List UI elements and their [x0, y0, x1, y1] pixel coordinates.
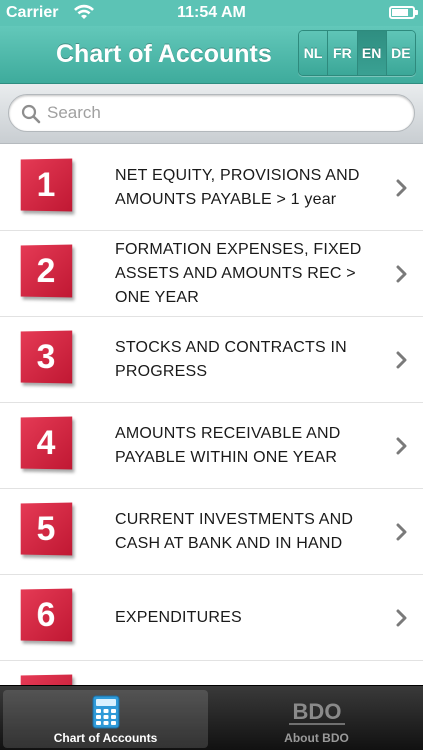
- tab-bar: Chart of Accounts BDO About BDO: [0, 685, 423, 750]
- battery-icon: [389, 6, 418, 19]
- account-number-badge: 4: [20, 416, 73, 470]
- account-number-badge: 3: [20, 330, 73, 384]
- chevron-right-icon: [396, 179, 407, 197]
- page-title: Chart of Accounts: [56, 40, 272, 68]
- language-button-de[interactable]: DE: [386, 31, 415, 75]
- account-row[interactable]: 2 FORMATION EXPENSES, FIXED ASSETS AND AM…: [0, 231, 423, 317]
- chevron-right-icon: [396, 523, 407, 541]
- account-row[interactable]: 5 CURRENT INVESTMENTS AND CASH AT BANK AN…: [0, 489, 423, 575]
- clock: 11:54 AM: [177, 4, 246, 21]
- account-label: NET EQUITY, PROVISIONS AND AMOUNTS PAYAB…: [115, 167, 360, 208]
- tab-chart-of-accounts[interactable]: Chart of Accounts: [3, 690, 208, 748]
- status-bar: Carrier 11:54 AM: [0, 0, 423, 26]
- tab-about-bdo[interactable]: BDO About BDO: [213, 690, 420, 748]
- chevron-right-icon: [396, 351, 407, 369]
- svg-text:BDO: BDO: [292, 699, 341, 724]
- account-label: EXPENDITURES: [115, 609, 242, 626]
- account-label: AMOUNTS RECEIVABLE AND PAYABLE WITHIN ON…: [115, 425, 341, 466]
- account-label: STOCKS AND CONTRACTS IN PROGRESS: [115, 339, 347, 380]
- account-label: [115, 661, 380, 685]
- account-number-badge: 6: [20, 588, 73, 642]
- calculator-icon: [92, 695, 119, 729]
- account-row[interactable]: 3 STOCKS AND CONTRACTS IN PROGRESS: [0, 317, 423, 403]
- account-label: FORMATION EXPENSES, FIXED ASSETS AND AMO…: [115, 241, 362, 306]
- accounts-list: 1 NET EQUITY, PROVISIONS AND AMOUNTS PAYA…: [0, 145, 423, 685]
- search-field[interactable]: [8, 94, 415, 132]
- account-row[interactable]: 1 NET EQUITY, PROVISIONS AND AMOUNTS PAYA…: [0, 145, 423, 231]
- language-button-fr[interactable]: FR: [328, 31, 358, 75]
- search-icon: [21, 104, 41, 124]
- chevron-right-icon: [396, 265, 407, 283]
- language-button-en[interactable]: EN: [357, 31, 387, 75]
- language-selector[interactable]: NL FR EN DE: [298, 30, 416, 76]
- account-number-badge: 1: [20, 158, 73, 212]
- account-number-badge: 5: [20, 502, 73, 556]
- account-number-badge: 2: [20, 244, 73, 298]
- account-label: CURRENT INVESTMENTS AND CASH AT BANK AND…: [115, 511, 354, 552]
- search-bar: [0, 84, 423, 144]
- search-input[interactable]: [47, 95, 407, 131]
- account-row[interactable]: 4 AMOUNTS RECEIVABLE AND PAYABLE WITHIN O…: [0, 403, 423, 489]
- chevron-right-icon: [396, 437, 407, 455]
- tab-label: About BDO: [284, 731, 349, 745]
- chevron-right-icon: [396, 609, 407, 627]
- account-row[interactable]: 7: [0, 661, 423, 685]
- account-number-badge: 7: [20, 674, 73, 685]
- account-row[interactable]: 6 EXPENDITURES: [0, 575, 423, 661]
- bdo-logo-icon: BDO: [288, 699, 345, 725]
- language-button-nl[interactable]: NL: [299, 31, 329, 75]
- tab-label: Chart of Accounts: [53, 731, 158, 745]
- navigation-bar: Chart of Accounts NL FR EN DE: [0, 26, 423, 84]
